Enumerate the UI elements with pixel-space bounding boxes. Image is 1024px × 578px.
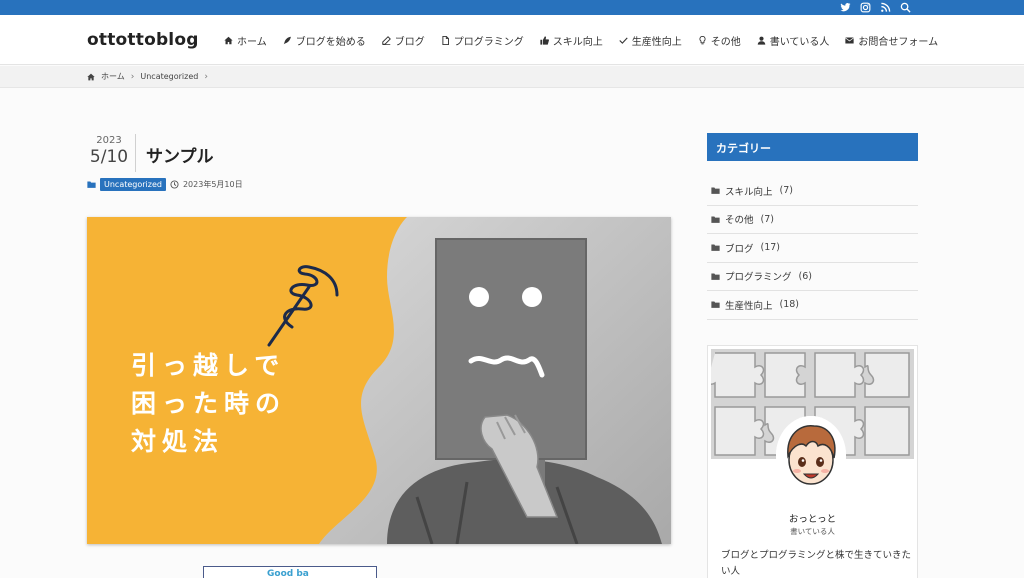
category-item-programming[interactable]: プログラミング (6) <box>707 263 918 291</box>
nav-item-start-blog[interactable]: ブログを始める <box>283 33 366 48</box>
folder-icon <box>87 181 96 188</box>
date-divider <box>135 134 136 172</box>
category-count: (17) <box>760 242 781 254</box>
twitter-icon[interactable] <box>840 2 851 13</box>
category-list: スキル向上 (7) その他 (7) ブログ (17) プログラミング (6) 生… <box>707 177 918 320</box>
post-year: 2023 <box>96 135 122 146</box>
pen-icon <box>381 35 391 45</box>
breadcrumb-category-link[interactable]: Uncategorized <box>140 72 198 81</box>
user-icon <box>757 36 765 45</box>
category-label: スキル向上 <box>725 186 773 198</box>
hero-image: 引っ越しで 困った時の 対処法 <box>87 217 671 544</box>
clock-icon <box>170 180 179 189</box>
category-item-other[interactable]: その他 (7) <box>707 206 918 234</box>
top-utility-bar <box>0 0 1024 15</box>
nav-item-label: ブログを始める <box>295 36 366 48</box>
mail-icon <box>845 37 855 43</box>
thumbs-up-icon <box>540 35 549 45</box>
post-date-text: 2023年5月10日 <box>182 180 243 189</box>
category-count: (18) <box>779 299 800 311</box>
category-label: ブログ <box>725 243 754 255</box>
chevron-right-icon: › <box>130 71 135 82</box>
folder-icon <box>711 216 720 223</box>
post-month-day: 5/10 <box>89 147 129 167</box>
breadcrumb: ホーム › Uncategorized › <box>87 71 208 82</box>
post-meta: Uncategorized 2023年5月10日 <box>87 178 243 191</box>
main-nav: ホーム ブログを始める ブログ プログラミング スキル向上 生産性向上 その他 <box>224 15 938 65</box>
nav-item-productivity[interactable]: 生産性向上 <box>619 33 682 48</box>
chevron-right-icon: › <box>204 71 208 82</box>
avatar-illustration <box>776 416 846 494</box>
category-item-productivity[interactable]: 生産性向上 (18) <box>707 291 918 320</box>
nav-item-label: 生産性向上 <box>631 36 682 48</box>
home-icon <box>87 73 95 80</box>
lightbulb-icon <box>699 35 706 44</box>
breadcrumb-bar: ホーム › Uncategorized › <box>0 66 1024 88</box>
nav-item-author[interactable]: 書いている人 <box>757 33 830 48</box>
breadcrumb-home-link[interactable]: ホーム <box>101 71 125 82</box>
folder-icon <box>711 244 720 252</box>
profile-role: 書いている人 <box>790 527 835 536</box>
nav-item-contact[interactable]: お問合せフォーム <box>845 33 938 48</box>
post-date-block: 2023 5/10 <box>87 135 131 167</box>
nav-item-home[interactable]: ホーム <box>224 33 267 48</box>
rss-icon[interactable] <box>880 2 891 13</box>
profile-name: おっとっと <box>788 514 837 525</box>
nav-item-label: その他 <box>710 36 741 48</box>
file-icon <box>442 35 449 45</box>
category-badge[interactable]: Uncategorized <box>100 178 166 191</box>
folder-icon <box>711 301 720 309</box>
embedded-banner-text: Good ba <box>267 569 309 578</box>
hero-headline: 引っ越しで 困った時の 対処法 <box>131 351 287 456</box>
profile-description: ブログとプログラミングと株で生きていきたい人 <box>721 550 912 577</box>
sidebar-category-heading: カテゴリー <box>707 133 918 161</box>
nav-item-label: ホーム <box>237 36 267 48</box>
nav-item-skill[interactable]: スキル向上 <box>540 33 603 48</box>
nav-item-label: ブログ <box>394 36 425 48</box>
feather-icon <box>283 36 291 44</box>
nav-item-label: 書いている人 <box>769 36 830 48</box>
folder-icon <box>711 187 720 195</box>
instagram-icon[interactable] <box>860 2 871 13</box>
category-item-skill[interactable]: スキル向上 (7) <box>707 177 918 206</box>
category-count: (7) <box>779 185 793 197</box>
category-count: (6) <box>798 270 812 282</box>
profile-card: おっとっと 書いている人 ブログとプログラミングと株で生きていきたい人 <box>707 345 918 578</box>
check-icon <box>619 36 628 44</box>
category-label: 生産性向上 <box>725 300 773 312</box>
nav-item-label: プログラミング <box>453 36 524 48</box>
category-label: プログラミング <box>725 272 792 284</box>
search-icon[interactable] <box>900 2 911 13</box>
nav-item-label: お問合せフォーム <box>858 36 939 48</box>
nav-item-programming[interactable]: プログラミング <box>441 33 524 48</box>
home-icon <box>224 36 233 44</box>
category-label: その他 <box>725 215 754 227</box>
nav-item-blog[interactable]: ブログ <box>381 33 425 48</box>
folder-icon <box>711 273 720 280</box>
embedded-banner[interactable]: Good ba <box>203 566 377 578</box>
nav-item-other[interactable]: その他 <box>698 33 741 48</box>
site-header: ottottoblog ホーム ブログを始める ブログ プログラミング スキル向… <box>0 15 1024 65</box>
category-item-blog[interactable]: ブログ (17) <box>707 234 918 263</box>
category-count: (7) <box>760 213 774 225</box>
post-title: サンプル <box>146 147 214 167</box>
avatar[interactable] <box>776 416 846 494</box>
site-logo[interactable]: ottottoblog <box>87 30 199 50</box>
nav-item-label: スキル向上 <box>552 36 603 48</box>
